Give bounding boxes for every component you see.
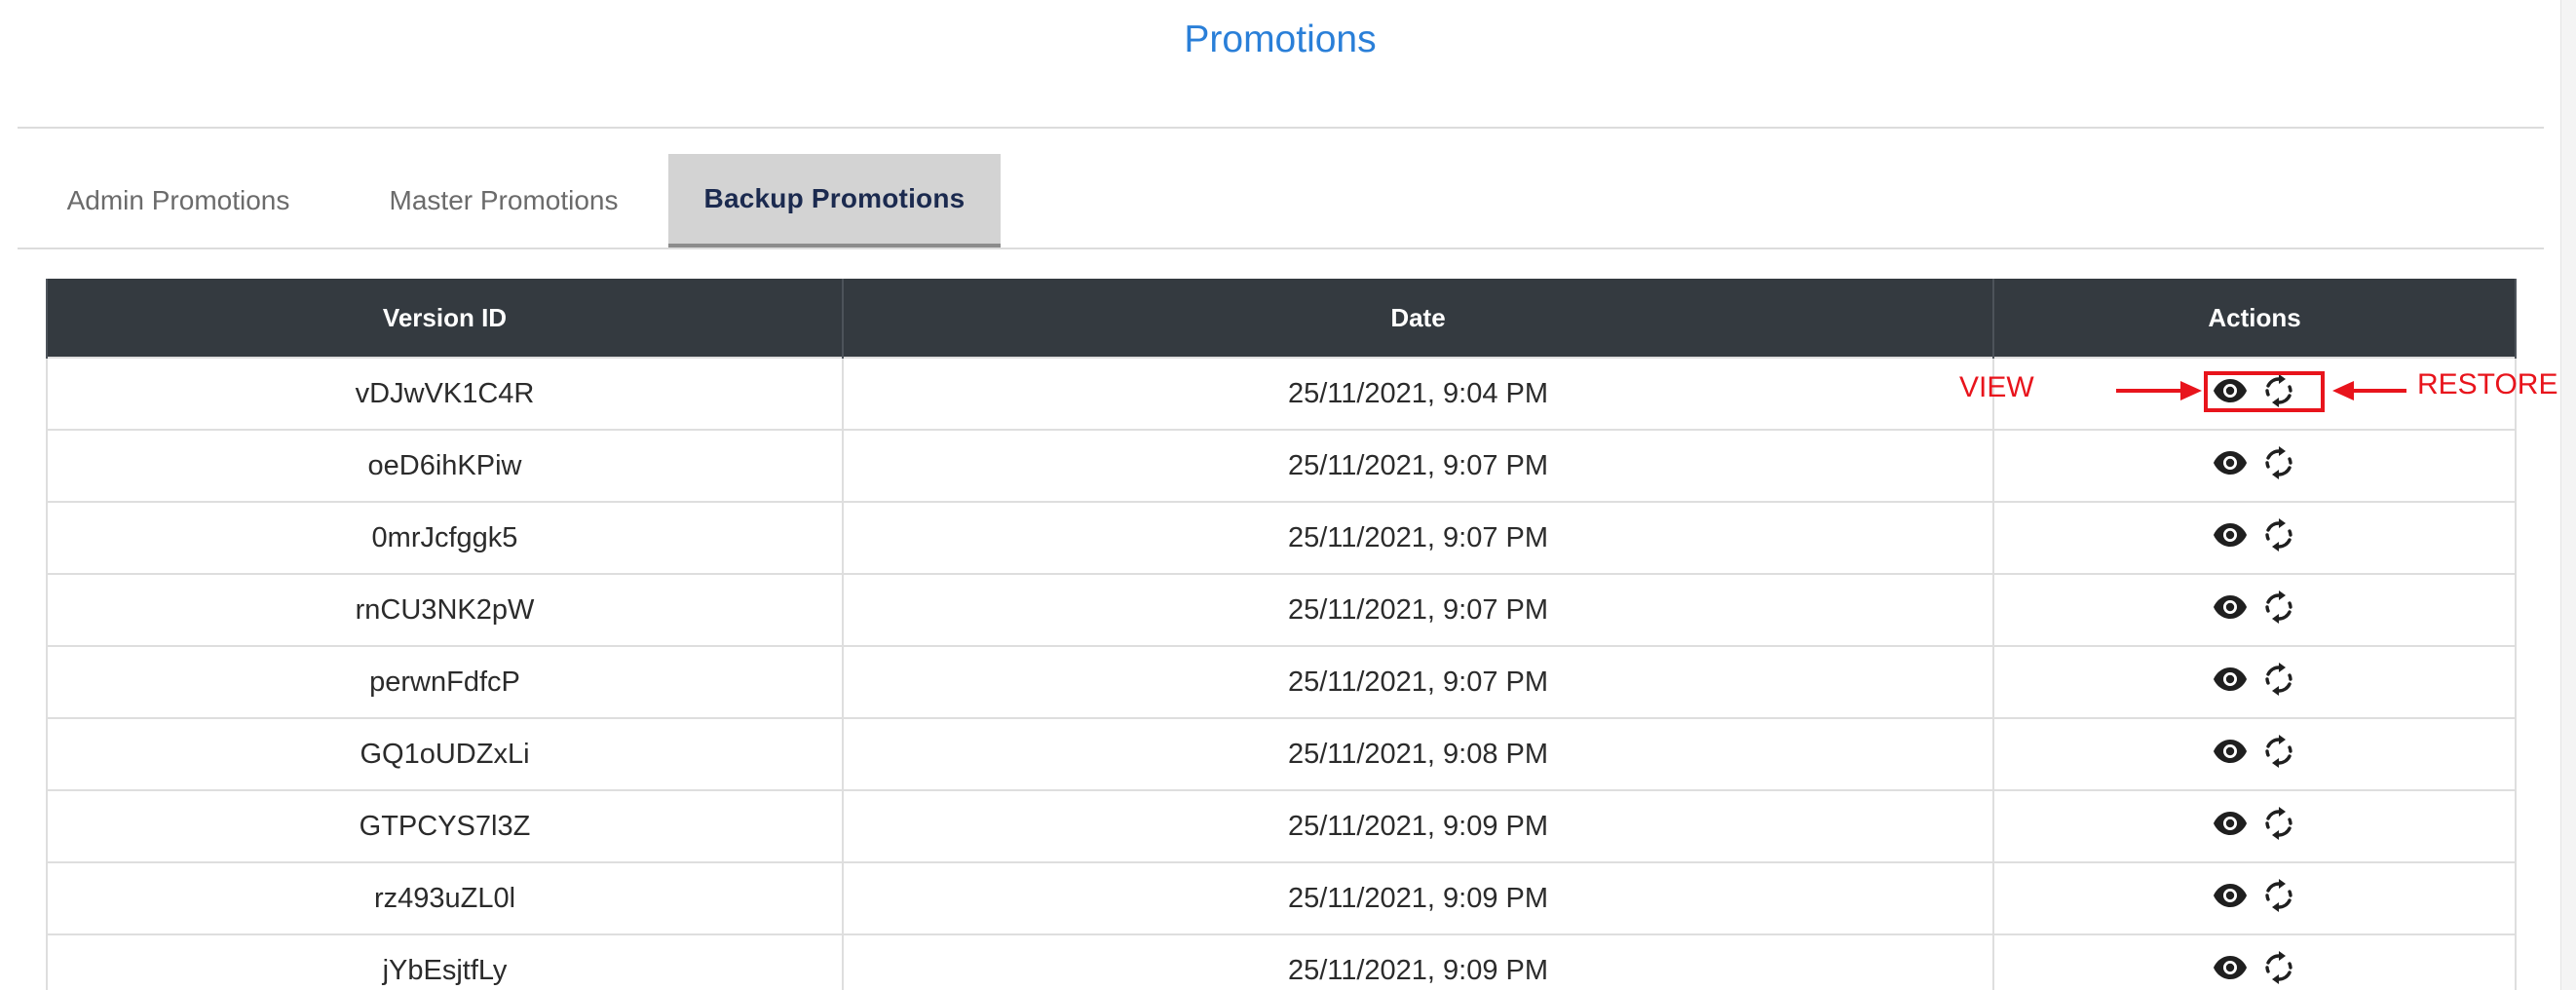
cell-date: 25/11/2021, 9:07 PM: [842, 429, 1994, 503]
cell-version-id: rz493uZL0l: [46, 861, 844, 935]
view-eye-icon[interactable]: [2212, 589, 2249, 626]
cell-version-id: GQ1oUDZxLi: [46, 717, 844, 791]
cell-actions: [1992, 429, 2517, 503]
view-eye-icon[interactable]: [2212, 949, 2249, 986]
cell-version-id: 0mrJcfggk5: [46, 501, 844, 575]
row-actions: [2212, 444, 2297, 481]
restore-refresh-icon[interactable]: [2260, 516, 2297, 553]
table-row: oeD6ihKPiw 25/11/2021, 9:07 PM: [46, 429, 2517, 503]
column-header-actions: Actions: [1992, 279, 2517, 358]
table-row: GTPCYS7l3Z 25/11/2021, 9:09 PM: [46, 789, 2517, 863]
cell-version-id: vDJwVK1C4R: [46, 357, 844, 431]
column-header-date: Date: [842, 279, 1994, 358]
row-actions: [2212, 661, 2297, 698]
page-title: Promotions: [1184, 19, 1377, 60]
tab-master-promotions[interactable]: Master Promotions: [339, 154, 668, 248]
cell-date: 25/11/2021, 9:09 PM: [842, 861, 1994, 935]
cell-version-id: rnCU3NK2pW: [46, 573, 844, 647]
table-row: GQ1oUDZxLi 25/11/2021, 9:08 PM: [46, 717, 2517, 791]
cell-actions: [1992, 501, 2517, 575]
cell-date: 25/11/2021, 9:08 PM: [842, 717, 1994, 791]
view-eye-icon[interactable]: [2212, 877, 2249, 914]
cell-date: 25/11/2021, 9:07 PM: [842, 645, 1994, 719]
table-row: 0mrJcfggk5 25/11/2021, 9:07 PM: [46, 501, 2517, 575]
cell-date: 25/11/2021, 9:04 PM: [842, 357, 1994, 431]
cell-version-id: oeD6ihKPiw: [46, 429, 844, 503]
restore-refresh-icon[interactable]: [2260, 877, 2297, 914]
cell-actions: [1992, 645, 2517, 719]
restore-refresh-icon[interactable]: [2260, 661, 2297, 698]
view-eye-icon[interactable]: [2212, 444, 2249, 481]
cell-date: 25/11/2021, 9:09 PM: [842, 933, 1994, 990]
annotation-restore-label: RESTORE: [2417, 368, 2558, 400]
cell-version-id: perwnFdfcP: [46, 645, 844, 719]
cell-version-id: jYbEsjtfLy: [46, 933, 844, 990]
table-header-row: Version ID Date Actions: [46, 279, 2517, 358]
view-eye-icon[interactable]: [2212, 661, 2249, 698]
row-actions: [2212, 516, 2297, 553]
row-actions: [2212, 877, 2297, 914]
page: Promotions Admin Promotions Master Promo…: [0, 0, 2576, 990]
annotation-view-label: VIEW: [1959, 371, 2034, 403]
cell-date: 25/11/2021, 9:07 PM: [842, 501, 1994, 575]
table-row: rz493uZL0l 25/11/2021, 9:09 PM: [46, 861, 2517, 935]
tab-admin-promotions[interactable]: Admin Promotions: [18, 154, 339, 248]
annotation-arrow-right-icon: [2116, 381, 2202, 400]
cell-actions: [1992, 933, 2517, 990]
restore-refresh-icon[interactable]: [2260, 589, 2297, 626]
tabs-divider: [18, 248, 2544, 249]
row-actions: [2212, 589, 2297, 626]
row-actions: [2212, 733, 2297, 770]
view-eye-icon[interactable]: [2212, 733, 2249, 770]
title-divider: [18, 127, 2544, 129]
restore-refresh-icon[interactable]: [2260, 733, 2297, 770]
tab-backup-promotions[interactable]: Backup Promotions: [668, 154, 1001, 248]
cell-actions: [1992, 789, 2517, 863]
table-row: perwnFdfcP 25/11/2021, 9:07 PM: [46, 645, 2517, 719]
cell-version-id: GTPCYS7l3Z: [46, 789, 844, 863]
cell-date: 25/11/2021, 9:09 PM: [842, 789, 1994, 863]
table-row: rnCU3NK2pW 25/11/2021, 9:07 PM: [46, 573, 2517, 647]
cell-date: 25/11/2021, 9:07 PM: [842, 573, 1994, 647]
table-body: vDJwVK1C4R 25/11/2021, 9:04 PM oeD6ihKPiw 2…: [46, 357, 2517, 990]
view-eye-icon[interactable]: [2212, 805, 2249, 842]
cell-actions: [1992, 573, 2517, 647]
restore-refresh-icon[interactable]: [2260, 805, 2297, 842]
table-row: jYbEsjtfLy 25/11/2021, 9:09 PM: [46, 933, 2517, 990]
column-header-version-id: Version ID: [46, 279, 844, 358]
scrollbar-track[interactable]: [2560, 0, 2576, 990]
annotation-arrow-left-icon: [2332, 381, 2406, 400]
cell-actions: [1992, 717, 2517, 791]
cell-actions: [1992, 861, 2517, 935]
restore-refresh-icon[interactable]: [2260, 949, 2297, 986]
row-actions: [2212, 805, 2297, 842]
tab-bar: Admin Promotions Master Promotions Backu…: [18, 154, 1001, 248]
view-eye-icon[interactable]: [2212, 516, 2249, 553]
row-actions: [2212, 949, 2297, 986]
restore-refresh-icon[interactable]: [2260, 444, 2297, 481]
annotation-highlight-box: [2204, 371, 2325, 412]
